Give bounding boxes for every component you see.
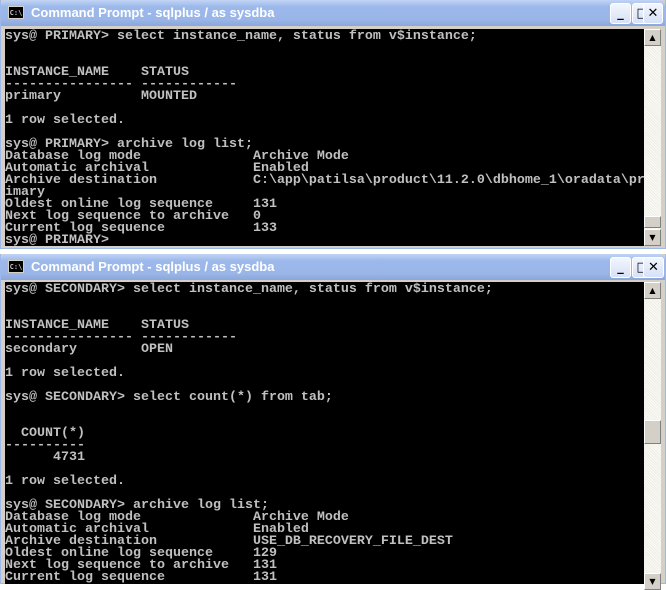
console-line: sys@ PRIMARY> archive log list;	[5, 137, 253, 152]
scroll-up-button[interactable]: ▲	[644, 29, 661, 46]
cmd-icon: C:\	[8, 260, 24, 273]
console-line: Current log sequence 133	[5, 221, 277, 236]
scroll-down-button[interactable]: ▼	[644, 229, 661, 246]
close-button[interactable]: ✕	[643, 257, 664, 278]
console-line: Archive destination C:\app\patilsa\produ…	[5, 173, 645, 188]
scroll-down-button[interactable]: ▼	[644, 573, 661, 590]
console-line: sys@ SECONDARY> select instance_name, st…	[5, 282, 493, 297]
console-line: 1 row selected.	[5, 474, 125, 489]
vertical-scrollbar[interactable]: ▲ ▼	[644, 29, 661, 246]
console-line: sys@ PRIMARY> select instance_name, stat…	[5, 29, 477, 44]
console-line: Archive destination USE_DB_RECOVERY_FILE…	[5, 534, 453, 549]
console-line: INSTANCE_NAME STATUS	[5, 65, 189, 80]
console-line: sys@ SECONDARY> archive log list;	[5, 498, 269, 513]
console-line: 4731	[5, 450, 85, 465]
console-line: 1 row selected.	[5, 113, 125, 128]
console-line: ---------------- ------------	[5, 330, 237, 345]
console-output[interactable]: sys@ SECONDARY> select instance_name, st…	[5, 282, 646, 584]
console-line: Next log sequence to archive 131	[5, 558, 277, 573]
console-line: ---------------- ------------	[5, 77, 237, 92]
console-line: sys@ SECONDARY> select count(*) from tab…	[5, 390, 333, 405]
primary-command-window: C:\ Command Prompt - sqlplus / as sysdba…	[0, 0, 666, 249]
cmd-icon: C:\	[8, 6, 24, 19]
close-button[interactable]: ✕	[643, 3, 663, 24]
scrollbar-thumb[interactable]	[644, 216, 661, 228]
scrollbar-thumb[interactable]	[644, 420, 661, 444]
window-title: Command Prompt - sqlplus / as sysdba	[31, 259, 275, 274]
title-bar[interactable]: C:\ Command Prompt - sqlplus / as sysdba…	[1, 0, 665, 26]
minimize-button[interactable]: _	[610, 257, 631, 278]
console-output[interactable]: sys@ PRIMARY> select instance_name, stat…	[5, 29, 646, 246]
secondary-command-window: C:\ Command Prompt - sqlplus / as sysdba…	[0, 254, 666, 590]
console-line: Database log mode Archive Mode	[5, 149, 349, 164]
console-line: COUNT(*)	[5, 426, 85, 441]
console-line: 1 row selected.	[5, 366, 125, 381]
minimize-button[interactable]: _	[610, 3, 631, 24]
console-line: sys@ PRIMARY>	[5, 233, 109, 246]
console-line: secondary OPEN	[5, 342, 173, 357]
console-line: ----------	[5, 438, 85, 453]
console-line: INSTANCE_NAME STATUS	[5, 318, 189, 333]
vertical-scrollbar[interactable]: ▲ ▼	[644, 282, 661, 590]
console-line: Oldest online log sequence 131	[5, 197, 277, 212]
scroll-up-button[interactable]: ▲	[644, 282, 661, 299]
console-line: Next log sequence to archive 0	[5, 209, 261, 224]
console-line: Current log sequence 131	[5, 570, 277, 584]
window-title: Command Prompt - sqlplus / as sysdba	[31, 5, 275, 20]
title-bar[interactable]: C:\ Command Prompt - sqlplus / as sysdba…	[1, 254, 665, 280]
console-line: primary MOUNTED	[5, 89, 197, 104]
console-line: Database log mode Archive Mode	[5, 510, 349, 525]
